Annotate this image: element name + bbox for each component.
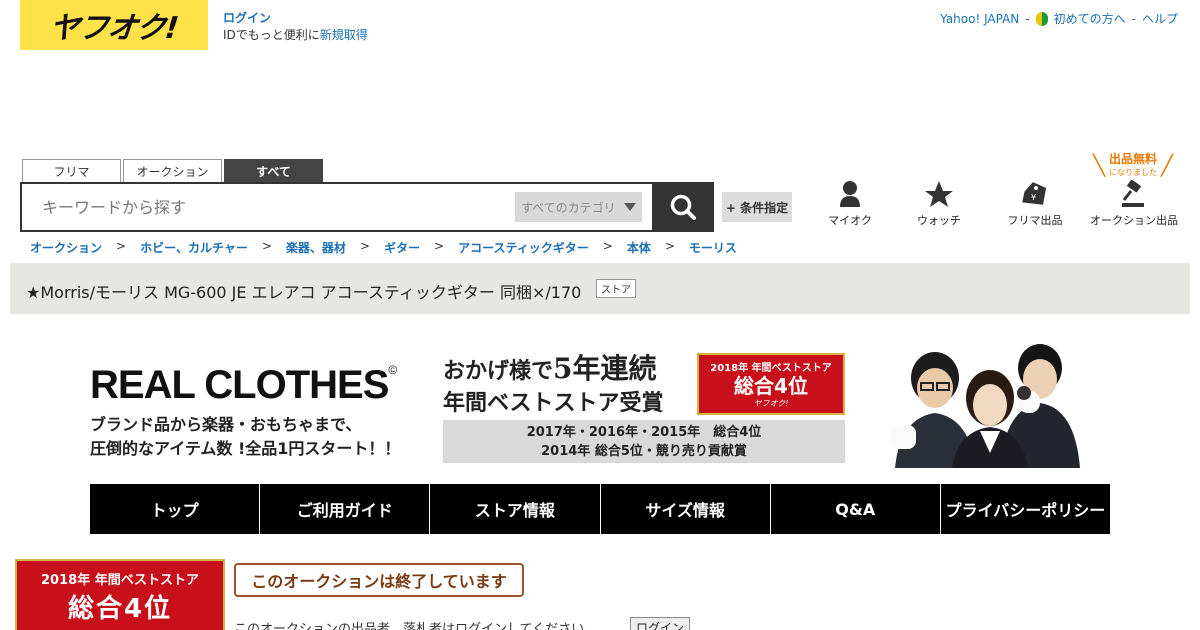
award-headline-a: おかげ様で — [443, 358, 554, 384]
beginner-link[interactable]: 初めての方へ — [1054, 10, 1126, 27]
store-logo: REAL CLOTHES© — [90, 363, 397, 408]
register-link[interactable]: 新規取得 — [320, 28, 368, 42]
breadcrumb-item[interactable]: オークション — [30, 239, 102, 256]
slash-right-icon: ╱ — [1160, 153, 1173, 177]
award-side-banner[interactable]: 2018年 年間ベストストア 総合4位 — [15, 559, 225, 630]
breadcrumb-separator: > — [116, 239, 127, 253]
free-listing-badge[interactable]: ╲ 出品無料 になりました ╱ — [1093, 150, 1173, 178]
search-icon — [670, 194, 696, 220]
breadcrumb-separator: > — [261, 239, 272, 253]
store-nav-privacy[interactable]: プライバシーポリシー — [940, 484, 1111, 534]
breadcrumb-separator: > — [359, 239, 370, 253]
help-link[interactable]: ヘルプ — [1142, 10, 1178, 27]
flea-sell-link[interactable]: ¥ フリマ出品 — [1005, 180, 1065, 228]
breadcrumb: オークション > ホビー、カルチャー > 楽器、器材 > ギター > アコーステ… — [30, 239, 737, 256]
award-headline-num: 5年連続 — [553, 352, 657, 385]
award-badge-brand: ヤフオク! — [753, 399, 789, 408]
award-history: 2017年・2016年・2015年 総合4位 2014年 総合5位・競り売り貢献… — [443, 420, 845, 463]
award-badge-year: 2018年 年間ベストストア — [710, 363, 832, 374]
store-logo-text: REAL CLOTHES — [90, 363, 389, 407]
store-banner[interactable]: REAL CLOTHES© ブランド品から楽器・おもちゃまで、 圧倒的なアイテム… — [90, 343, 1110, 473]
top-links: Yahoo! JAPAN - 初めての方へ - ヘルプ — [940, 10, 1178, 27]
breadcrumb-item[interactable]: モーリス — [689, 239, 737, 256]
logo-text: ヤフオク! — [47, 11, 180, 46]
item-title: ★Morris/モーリス MG-600 JE エレアコ アコースティックギター … — [26, 283, 582, 302]
separator: - — [1131, 11, 1136, 26]
award-history-line1: 2017年・2016年・2015年 総合4位 — [526, 425, 762, 440]
login-link[interactable]: ログイン — [223, 10, 368, 27]
search-input[interactable] — [42, 198, 502, 217]
yahuoku-logo[interactable]: ヤフオク! — [20, 0, 208, 50]
breadcrumb-item[interactable]: 楽器、器材 — [286, 239, 346, 256]
separator: - — [1025, 11, 1030, 26]
search-box: すべてのカテゴリ — [20, 182, 654, 232]
condition-button[interactable]: + 条件指定 — [722, 192, 792, 222]
breadcrumb-separator: > — [664, 239, 675, 253]
slash-left-icon: ╲ — [1093, 153, 1106, 177]
award-badge-rank: 総合4位 — [734, 374, 808, 398]
store-nav-store-info[interactable]: ストア情報 — [430, 484, 600, 534]
login-sub-prefix: IDでもっと便利に — [223, 28, 320, 42]
login-sub: IDでもっと便利に新規取得 — [223, 28, 368, 42]
breadcrumb-item[interactable]: ギター — [384, 239, 420, 256]
breadcrumb-item[interactable]: アコースティックギター — [458, 239, 589, 256]
tab-flea[interactable]: フリマ — [22, 159, 121, 182]
staff-photo — [890, 344, 1080, 468]
store-tagline-line1: ブランド品から楽器・おもちゃまで、 — [90, 415, 362, 434]
login-button[interactable]: ログイン — [630, 617, 691, 630]
award-badge: 2018年 年間ベストストア 総合4位 ヤフオク! — [697, 353, 845, 415]
chevron-down-icon — [624, 203, 636, 211]
category-select[interactable]: すべてのカテゴリ — [515, 192, 642, 222]
store-nav-size-info[interactable]: サイズ情報 — [600, 484, 770, 534]
login-block: ログイン IDでもっと便利に新規取得 — [223, 10, 368, 44]
award-side-rank: 総合4位 — [67, 594, 173, 624]
breadcrumb-item[interactable]: ホビー、カルチャー — [140, 239, 248, 256]
category-select-value: すべてのカテゴリ — [521, 200, 616, 215]
search-button[interactable] — [652, 182, 714, 232]
breadcrumb-separator: > — [602, 239, 613, 253]
award-side-year: 2018年 年間ベストストア — [41, 573, 199, 588]
store-nav-qa[interactable]: Q&A — [770, 484, 940, 534]
award-headline-line2: 年間ベストストア受賞 — [443, 390, 664, 416]
my-auction-label: マイオク — [828, 214, 872, 227]
item-title-bar: ★Morris/モーリス MG-600 JE エレアコ アコースティックギター … — [10, 263, 1190, 314]
beginner-mark-icon — [1035, 11, 1048, 26]
copyright-mark: © — [388, 363, 397, 377]
store-nav: トップ ご利用ガイド ストア情報 サイズ情報 Q&A プライバシーポリシー — [90, 484, 1111, 534]
tab-auction[interactable]: オークション — [123, 159, 222, 182]
award-history-line2: 2014年 総合5位・競り売り貢献賞 — [541, 444, 747, 459]
store-nav-guide[interactable]: ご利用ガイド — [260, 484, 430, 534]
login-message: このオークションの出品者、落札者はログインしてください。 — [234, 622, 598, 630]
auction-sell-label: オークション出品 — [1090, 214, 1178, 227]
yahoo-japan-link[interactable]: Yahoo! JAPAN — [940, 12, 1019, 26]
store-nav-top[interactable]: トップ — [90, 484, 260, 534]
store-badge: ストア — [596, 279, 636, 298]
star-icon — [925, 181, 953, 207]
auction-sell-link[interactable]: オークション出品 — [1088, 180, 1180, 228]
price-tag-icon: ¥ — [1022, 182, 1047, 205]
search-tabs: フリマ オークション すべて — [22, 159, 323, 182]
watch-link[interactable]: ウォッチ — [914, 180, 964, 228]
auction-ended-notice: このオークションは終了しています — [234, 563, 524, 597]
svg-text:¥: ¥ — [1031, 193, 1036, 202]
tab-all[interactable]: すべて — [224, 159, 323, 182]
store-tagline-line2: 圧倒的なアイテム数 !全品1円スタート！！ — [90, 439, 401, 458]
watch-label: ウォッチ — [917, 214, 961, 227]
my-auction-link[interactable]: マイオク — [826, 180, 874, 228]
flea-sell-label: フリマ出品 — [1007, 214, 1063, 227]
breadcrumb-item[interactable]: 本体 — [627, 239, 651, 256]
store-tagline: ブランド品から楽器・おもちゃまで、 圧倒的なアイテム数 !全品1円スタート！！ — [90, 413, 400, 461]
user-icon — [840, 181, 860, 207]
award-headline: おかげ様で5年連続 年間ベストストア受賞 — [443, 353, 663, 419]
breadcrumb-separator: > — [434, 239, 445, 253]
gavel-icon — [1122, 180, 1144, 207]
